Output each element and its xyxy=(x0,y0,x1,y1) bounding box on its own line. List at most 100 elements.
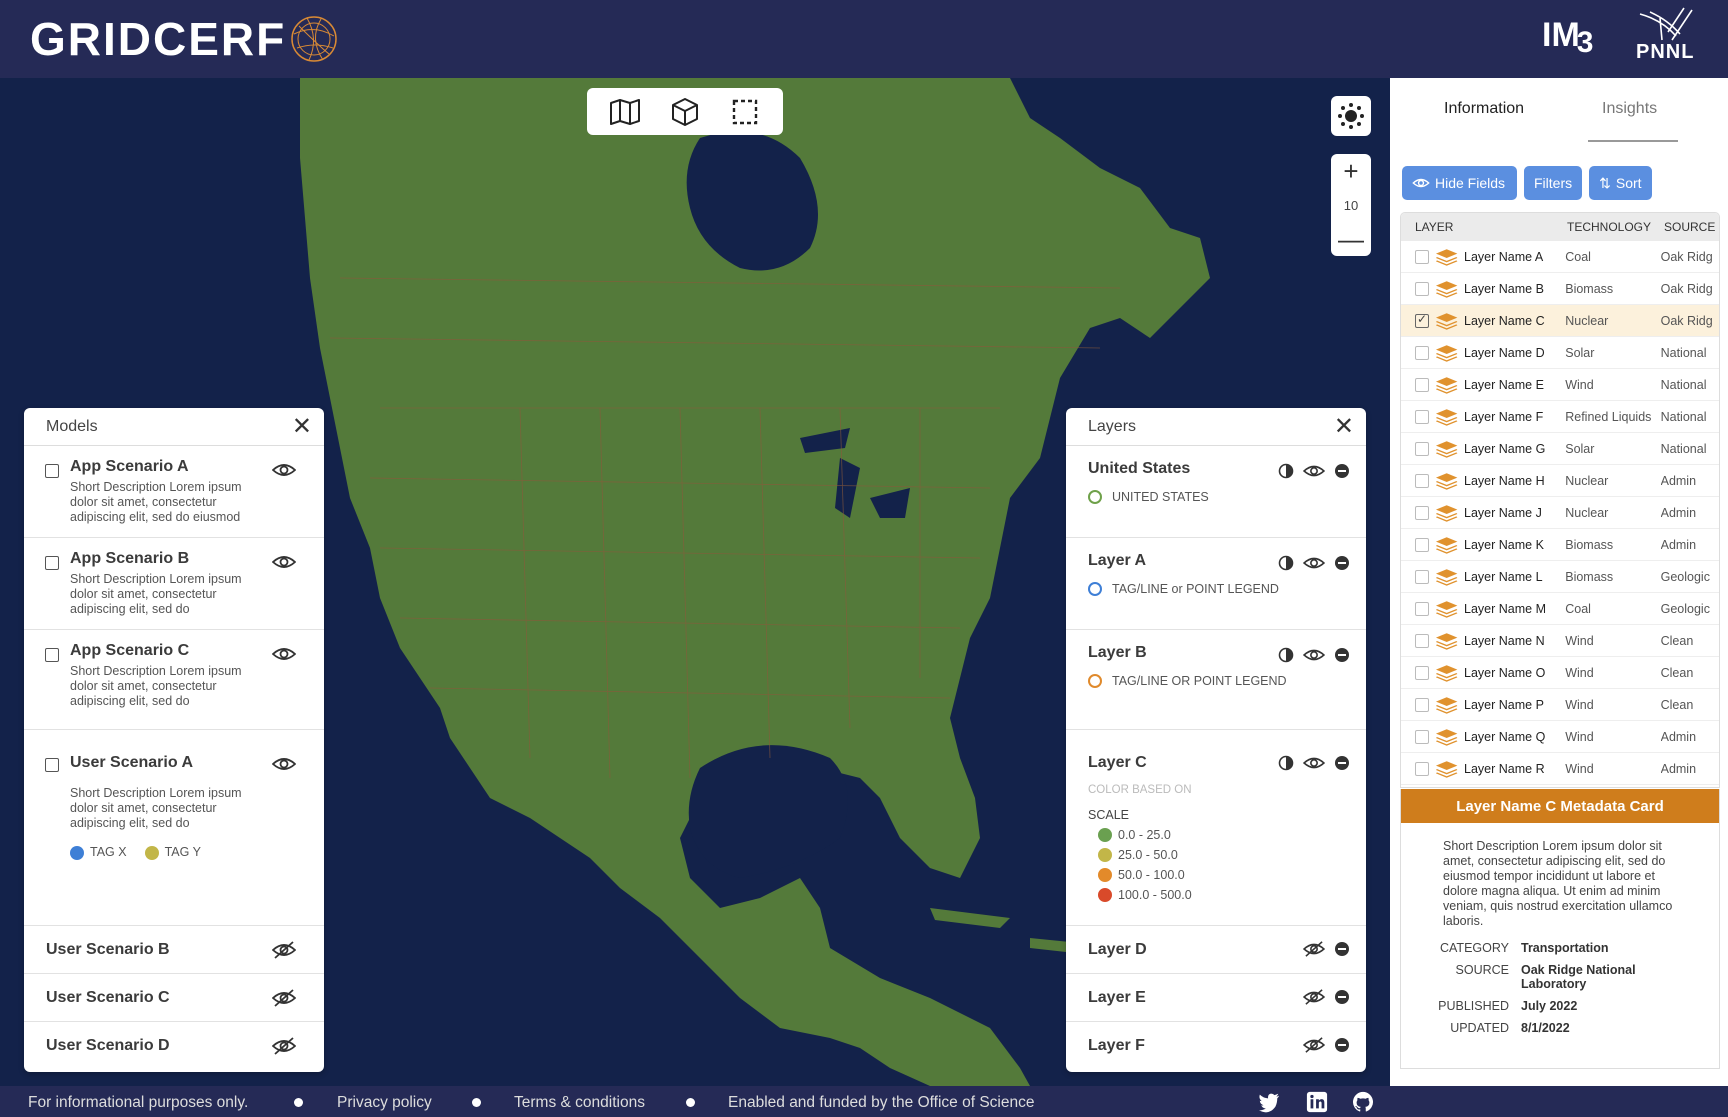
table-row[interactable]: Layer Name A Coal Oak Ridg xyxy=(1401,241,1719,273)
basemap-button[interactable] xyxy=(1331,96,1371,136)
model-item-user-scenario-c[interactable]: User Scenario C xyxy=(24,974,324,1022)
model-checkbox[interactable] xyxy=(45,556,59,570)
table-row[interactable]: Layer Name F Refined Liquids National xyxy=(1401,401,1719,433)
eye-icon[interactable] xyxy=(1302,554,1326,572)
sort-button[interactable]: ⇅ Sort xyxy=(1589,166,1652,200)
table-row[interactable]: Layer Name Q Wind Admin xyxy=(1401,721,1719,753)
pnnl-logo-text[interactable]: PNNL xyxy=(1636,41,1694,64)
select-area-button[interactable] xyxy=(725,94,765,130)
table-row[interactable]: Layer Name C Nuclear Oak Ridg xyxy=(1401,305,1719,337)
row-checkbox[interactable] xyxy=(1415,537,1429,552)
linkedin-icon[interactable] xyxy=(1306,1091,1328,1113)
model-item-user-scenario-b[interactable]: User Scenario B xyxy=(24,926,324,974)
eye-off-icon[interactable] xyxy=(1302,1036,1326,1054)
row-checkbox[interactable] xyxy=(1415,569,1429,584)
eye-icon[interactable] xyxy=(272,552,296,572)
layer-item-layer-a[interactable]: Layer A TAG/LINE or POINT LEGEND xyxy=(1066,538,1366,630)
row-checkbox[interactable] xyxy=(1415,281,1429,296)
table-row[interactable]: Layer Name N Wind Clean xyxy=(1401,625,1719,657)
github-icon[interactable] xyxy=(1352,1091,1374,1113)
row-checkbox[interactable] xyxy=(1415,665,1429,680)
contrast-icon[interactable] xyxy=(1278,555,1294,571)
remove-icon[interactable] xyxy=(1334,941,1350,957)
table-row[interactable]: Layer Name O Wind Clean xyxy=(1401,657,1719,689)
layer-item-layer-c[interactable]: Layer C COLOR BASED ON SCALE 0.0 - 25.0 … xyxy=(1066,730,1366,926)
hide-fields-button[interactable]: Hide Fields xyxy=(1402,166,1517,200)
eye-icon[interactable] xyxy=(272,460,296,480)
privacy-policy-link[interactable]: Privacy policy xyxy=(337,1094,432,1112)
remove-icon[interactable] xyxy=(1334,989,1350,1005)
remove-icon[interactable] xyxy=(1334,755,1350,771)
3d-view-button[interactable] xyxy=(665,94,705,130)
model-item-user-scenario-d[interactable]: User Scenario D xyxy=(24,1022,324,1070)
zoom-in-button[interactable]: + xyxy=(1331,154,1371,188)
row-checkbox[interactable] xyxy=(1415,345,1429,360)
layer-item-layer-f[interactable]: Layer F xyxy=(1066,1022,1366,1070)
eye-icon[interactable] xyxy=(272,644,296,664)
app-logo-text[interactable]: GRIDCERF xyxy=(30,12,286,66)
table-row[interactable]: Layer Name D Solar National xyxy=(1401,337,1719,369)
row-checkbox[interactable] xyxy=(1415,441,1429,456)
column-header-layer[interactable]: LAYER xyxy=(1415,220,1567,234)
contrast-icon[interactable] xyxy=(1278,463,1294,479)
column-header-source[interactable]: SOURCE xyxy=(1664,220,1715,234)
terms-link[interactable]: Terms & conditions xyxy=(514,1094,645,1112)
remove-icon[interactable] xyxy=(1334,463,1350,479)
table-row[interactable]: Layer Name B Biomass Oak Ridg xyxy=(1401,273,1719,305)
eye-off-icon[interactable] xyxy=(272,940,296,960)
row-checkbox[interactable] xyxy=(1415,601,1429,616)
layer-item-layer-d[interactable]: Layer D xyxy=(1066,926,1366,974)
model-item-app-scenario-a[interactable]: App Scenario A Short Description Lorem i… xyxy=(24,446,324,538)
row-checkbox[interactable] xyxy=(1415,312,1429,328)
row-checkbox[interactable] xyxy=(1415,633,1429,648)
row-checkbox[interactable] xyxy=(1415,473,1429,488)
table-row[interactable]: Layer Name M Coal Geologic xyxy=(1401,593,1719,625)
eye-off-icon[interactable] xyxy=(272,988,296,1008)
eye-icon[interactable] xyxy=(1302,462,1326,480)
close-layers-button[interactable]: ✕ xyxy=(1334,414,1354,439)
table-row[interactable]: Layer Name K Biomass Admin xyxy=(1401,529,1719,561)
close-models-button[interactable]: ✕ xyxy=(292,414,312,439)
row-checkbox[interactable] xyxy=(1415,377,1429,392)
eye-icon[interactable] xyxy=(272,754,296,774)
model-checkbox[interactable] xyxy=(45,758,59,772)
row-checkbox[interactable] xyxy=(1415,697,1429,712)
layer-item-layer-b[interactable]: Layer B TAG/LINE OR POINT LEGEND xyxy=(1066,630,1366,730)
row-checkbox[interactable] xyxy=(1415,409,1429,424)
im3-logo[interactable]: IM3 xyxy=(1542,16,1593,60)
row-checkbox[interactable] xyxy=(1415,729,1429,744)
eye-off-icon[interactable] xyxy=(1302,940,1326,958)
table-row[interactable]: Layer Name H Nuclear Admin xyxy=(1401,465,1719,497)
remove-icon[interactable] xyxy=(1334,555,1350,571)
table-row[interactable]: Layer Name J Nuclear Admin xyxy=(1401,497,1719,529)
table-row[interactable]: Layer Name L Biomass Geologic xyxy=(1401,561,1719,593)
eye-off-icon[interactable] xyxy=(1302,988,1326,1006)
eye-icon[interactable] xyxy=(1302,646,1326,664)
contrast-icon[interactable] xyxy=(1278,755,1294,771)
remove-icon[interactable] xyxy=(1334,1037,1350,1053)
tab-information[interactable]: Information xyxy=(1444,100,1524,118)
twitter-icon[interactable] xyxy=(1258,1091,1280,1113)
remove-icon[interactable] xyxy=(1334,647,1350,663)
row-checkbox[interactable] xyxy=(1415,761,1429,776)
table-row[interactable]: Layer Name E Wind National xyxy=(1401,369,1719,401)
tab-insights[interactable]: Insights xyxy=(1602,100,1657,118)
row-checkbox[interactable] xyxy=(1415,249,1429,264)
row-checkbox[interactable] xyxy=(1415,505,1429,520)
table-row[interactable]: Layer Name R Wind Admin xyxy=(1401,753,1719,785)
filters-button[interactable]: Filters xyxy=(1524,166,1583,200)
layer-item-united-states[interactable]: United States UNITED STATES xyxy=(1066,446,1366,538)
table-row[interactable]: Layer Name P Wind Clean xyxy=(1401,689,1719,721)
column-header-technology[interactable]: TECHNOLOGY xyxy=(1567,220,1664,234)
table-row[interactable]: Layer Name G Solar National xyxy=(1401,433,1719,465)
model-checkbox[interactable] xyxy=(45,648,59,662)
zoom-out-button[interactable]: — xyxy=(1331,222,1371,256)
contrast-icon[interactable] xyxy=(1278,647,1294,663)
model-item-app-scenario-c[interactable]: App Scenario C Short Description Lorem i… xyxy=(24,630,324,730)
eye-icon[interactable] xyxy=(1302,754,1326,772)
eye-off-icon[interactable] xyxy=(272,1036,296,1056)
layer-item-layer-e[interactable]: Layer E xyxy=(1066,974,1366,1022)
model-item-user-scenario-a[interactable]: User Scenario A Short Description Lorem … xyxy=(24,730,324,926)
office-of-science-link[interactable]: Enabled and funded by the Office of Scie… xyxy=(728,1094,1035,1112)
map-view-button[interactable] xyxy=(605,94,645,130)
